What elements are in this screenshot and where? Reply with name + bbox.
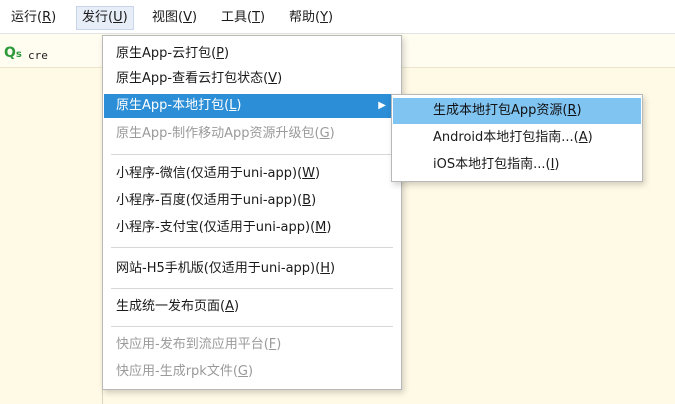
menu-tools[interactable]: 工具(T): [216, 6, 270, 30]
search-icon-sub: s: [15, 49, 22, 60]
menu-run-key: R: [42, 10, 52, 25]
item-label: 原生App-制作移动App资源升级包(: [116, 126, 320, 141]
item-label: Android本地打包指南...(: [433, 130, 579, 145]
menu-item-unified-publish-page[interactable]: 生成统一发布页面(A): [104, 295, 400, 319]
submenu-item-generate-resources[interactable]: 生成本地打包App资源(R): [393, 98, 641, 124]
menu-separator: [111, 247, 393, 248]
item-suffix: ): [329, 126, 335, 141]
item-label: 小程序-微信(仅适用于uni-app)(: [116, 166, 303, 181]
menu-item-cloud-pack-status[interactable]: 原生App-查看云打包状态(V): [104, 67, 400, 91]
item-suffix: ): [277, 71, 283, 86]
menu-help[interactable]: 帮助(Y): [284, 6, 338, 30]
menu-tools-label: 工具(: [221, 10, 253, 25]
item-label: 网站-H5手机版(仅适用于uni-app)(: [116, 261, 321, 276]
menu-publish[interactable]: 发行(U): [76, 6, 134, 30]
menu-help-label: 帮助(: [289, 10, 321, 25]
item-suffix: ): [276, 337, 282, 352]
item-key: G: [237, 364, 248, 379]
item-label: 原生App-云打包(: [116, 46, 217, 61]
menu-item-local-pack[interactable]: 原生App-本地打包(L) ▶: [104, 94, 400, 118]
menu-run-suffix: ): [51, 10, 57, 25]
menu-bar: 运行(R) 发行(U) 视图(V) 工具(T) 帮助(Y): [0, 0, 675, 34]
menu-view-label: 视图(: [152, 10, 184, 25]
menu-separator: [111, 154, 393, 155]
item-key: A: [225, 299, 234, 314]
menu-run-label: 运行(: [11, 10, 43, 25]
item-key: A: [578, 130, 588, 145]
item-label: 原生App-查看云打包状态(: [116, 71, 269, 86]
search-icon[interactable]: Qs: [4, 45, 22, 61]
item-suffix: ): [330, 261, 336, 276]
item-key: V: [268, 71, 278, 86]
item-label: iOS本地打包指南...(: [433, 157, 551, 172]
item-label: 小程序-支付宝(仅适用于uni-app)(: [116, 220, 316, 235]
menu-item-cloud-pack[interactable]: 原生App-云打包(P): [104, 42, 400, 66]
menu-help-suffix: ): [328, 10, 334, 25]
menu-item-mp-weixin[interactable]: 小程序-微信(仅适用于uni-app)(W): [104, 162, 400, 186]
search-icon-main: Q: [4, 45, 16, 61]
menu-item-h5-site[interactable]: 网站-H5手机版(仅适用于uni-app)(H): [104, 257, 400, 281]
local-pack-submenu: 生成本地打包App资源(R) Android本地打包指南...(A) iOS本地…: [391, 94, 643, 182]
menu-separator: [111, 326, 393, 327]
item-key: R: [567, 103, 577, 118]
submenu-item-ios-guide[interactable]: iOS本地打包指南...(I): [393, 152, 641, 178]
submenu-arrow-icon: ▶: [378, 100, 386, 111]
menu-view[interactable]: 视图(V): [147, 6, 202, 30]
menu-item-mp-alipay[interactable]: 小程序-支付宝(仅适用于uni-app)(M): [104, 216, 400, 240]
menu-tools-key: T: [252, 10, 261, 25]
item-key: B: [302, 193, 312, 208]
menu-item-quickapp-publish[interactable]: 快应用-发布到流应用平台(F): [104, 333, 400, 357]
menu-publish-label: 发行(: [82, 10, 114, 25]
menu-separator: [111, 288, 393, 289]
item-suffix: ): [224, 46, 230, 61]
item-label: 快应用-发布到流应用平台(: [116, 337, 269, 352]
item-suffix: ): [311, 193, 317, 208]
menu-item-quickapp-rpk[interactable]: 快应用-生成rpk文件(G): [104, 360, 400, 384]
item-suffix: ): [233, 299, 240, 314]
menu-tools-suffix: ): [260, 10, 266, 25]
item-key: P: [216, 46, 225, 61]
item-suffix: ): [587, 130, 593, 145]
menu-publish-suffix: ): [122, 10, 128, 25]
item-suffix: ): [236, 98, 242, 113]
item-key: H: [320, 261, 330, 276]
item-suffix: ): [326, 220, 332, 235]
menu-view-key: V: [183, 10, 192, 25]
menu-view-suffix: ): [191, 10, 198, 25]
submenu-item-android-guide[interactable]: Android本地打包指南...(A): [393, 125, 641, 151]
item-label: 快应用-生成rpk文件(: [116, 364, 238, 379]
item-key: G: [319, 126, 330, 141]
menu-item-resource-upgrade[interactable]: 原生App-制作移动App资源升级包(G): [104, 122, 400, 146]
item-key: M: [315, 220, 327, 235]
item-suffix: ): [315, 166, 321, 181]
item-suffix: ): [554, 157, 560, 172]
item-suffix: ): [576, 103, 582, 118]
command-input[interactable]: cre: [28, 49, 48, 62]
menu-item-mp-baidu[interactable]: 小程序-百度(仅适用于uni-app)(B): [104, 189, 400, 213]
item-label: 小程序-百度(仅适用于uni-app)(: [116, 193, 303, 208]
item-suffix: ): [247, 364, 254, 379]
menu-run[interactable]: 运行(R): [6, 6, 61, 30]
item-key: W: [302, 166, 316, 181]
publish-dropdown-menu: 原生App-云打包(P) 原生App-查看云打包状态(V) 原生App-本地打包…: [102, 35, 402, 390]
item-label: 生成统一发布页面(: [116, 299, 226, 314]
menu-help-key: Y: [320, 10, 329, 25]
item-label: 生成本地打包App资源(: [433, 103, 568, 118]
item-label: 原生App-本地打包(: [116, 98, 230, 113]
menu-publish-key: U: [113, 10, 123, 25]
